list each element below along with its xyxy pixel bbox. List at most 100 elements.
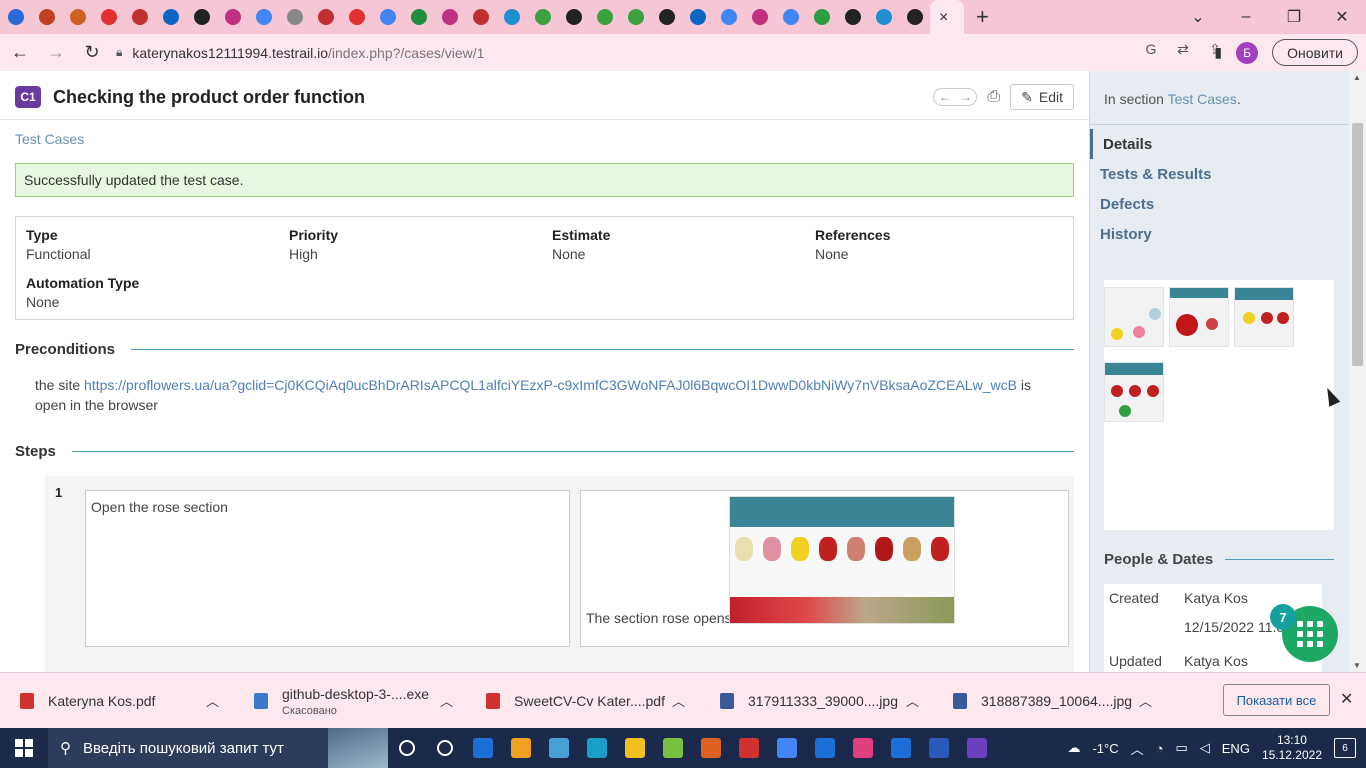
browser-tab[interactable] xyxy=(558,0,589,34)
attachment-thumbnail[interactable] xyxy=(1104,362,1164,422)
browser-tab[interactable] xyxy=(279,0,310,34)
taskbar-app-icon[interactable] xyxy=(806,728,844,768)
browser-tab[interactable] xyxy=(217,0,248,34)
attachment-thumbnail[interactable] xyxy=(1169,287,1229,347)
sidebar-item-details[interactable]: Details xyxy=(1090,129,1350,159)
browser-tab[interactable] xyxy=(310,0,341,34)
tab-search-icon[interactable]: ⌄ xyxy=(1174,0,1222,34)
edit-button[interactable]: ✎ Edit xyxy=(1010,84,1074,110)
browser-tab[interactable] xyxy=(124,0,155,34)
tray-overflow-icon[interactable]: ︿ xyxy=(1131,739,1144,758)
browser-tab[interactable] xyxy=(775,0,806,34)
taskbar-app-icon[interactable] xyxy=(882,728,920,768)
expected-screenshot-image[interactable] xyxy=(729,496,955,624)
translate-icon[interactable]: ⇄ xyxy=(1172,41,1194,58)
taskbar-app-icon[interactable] xyxy=(730,728,768,768)
address-bar[interactable]: 🔒︎ katerynakos12111994.testrail.io/index… xyxy=(108,38,1258,67)
network-icon[interactable]: ◔ xyxy=(1156,741,1164,756)
forward-icon[interactable]: → xyxy=(40,42,72,63)
taskbar-app-icon[interactable] xyxy=(920,728,958,768)
taskbar-app-icon[interactable] xyxy=(464,728,502,768)
taskbar-app-icon[interactable] xyxy=(844,728,882,768)
chevron-up-icon[interactable]: ︿ xyxy=(206,691,219,710)
taskbar-app-icon[interactable] xyxy=(502,728,540,768)
scroll-up-icon[interactable]: ▲ xyxy=(1353,73,1361,82)
browser-tab[interactable] xyxy=(837,0,868,34)
browser-tab[interactable] xyxy=(620,0,651,34)
download-item[interactable]: SweetCV-Cv Kater....pdf ︿ xyxy=(486,673,685,729)
browser-tab[interactable] xyxy=(434,0,465,34)
side-panel-icon[interactable]: ▮ xyxy=(1214,44,1222,61)
browser-tab[interactable] xyxy=(527,0,558,34)
browser-tab[interactable] xyxy=(713,0,744,34)
sidebar-item-defects[interactable]: Defects xyxy=(1090,189,1350,219)
taskbar-app-icon[interactable] xyxy=(426,728,464,768)
scroll-down-icon[interactable]: ▼ xyxy=(1353,661,1361,670)
back-icon[interactable]: ← xyxy=(4,42,36,63)
browser-tab[interactable] xyxy=(496,0,527,34)
start-button[interactable] xyxy=(0,739,48,757)
download-item[interactable]: Kateryna Kos.pdf ︿ xyxy=(20,673,219,729)
browser-tab[interactable] xyxy=(248,0,279,34)
previous-case-icon[interactable]: ← xyxy=(939,90,951,104)
browser-tab[interactable] xyxy=(372,0,403,34)
chevron-up-icon[interactable]: ︿ xyxy=(440,691,453,710)
language-indicator[interactable]: ENG xyxy=(1222,741,1250,756)
minimize-icon[interactable]: – xyxy=(1222,0,1270,34)
browser-tab[interactable] xyxy=(589,0,620,34)
taskbar-app-icon[interactable] xyxy=(958,728,996,768)
sidebar-item-tests-results[interactable]: Tests & Results xyxy=(1090,159,1350,189)
download-item[interactable]: 318887389_10064....jpg ︿ xyxy=(953,673,1152,729)
browser-tab[interactable] xyxy=(899,0,930,34)
maximize-icon[interactable]: ❐ xyxy=(1270,0,1318,34)
attachment-thumbnail[interactable] xyxy=(1104,287,1164,347)
update-button[interactable]: Оновити xyxy=(1272,39,1358,66)
browser-tab[interactable] xyxy=(465,0,496,34)
taskbar-app-icon[interactable] xyxy=(540,728,578,768)
close-window-icon[interactable]: ✕ xyxy=(1318,0,1366,34)
taskbar-search[interactable]: ⚲ Введіть пошуковий запит тут xyxy=(48,728,388,768)
browser-tab[interactable] xyxy=(62,0,93,34)
reload-icon[interactable]: ↻ xyxy=(76,42,108,63)
taskbar-app-icon[interactable] xyxy=(388,728,426,768)
close-downloads-icon[interactable]: ✕ xyxy=(1340,689,1353,709)
download-item[interactable]: 317911333_39000....jpg ︿ xyxy=(720,673,919,729)
taskbar-app-icon[interactable] xyxy=(768,728,806,768)
browser-tab[interactable] xyxy=(155,0,186,34)
lock-icon[interactable]: 🔒︎ xyxy=(116,45,122,60)
close-tab-icon[interactable]: × xyxy=(939,9,955,26)
temperature[interactable]: -1°C xyxy=(1092,741,1118,756)
browser-tab[interactable] xyxy=(744,0,775,34)
volume-icon[interactable]: ◁ xyxy=(1200,740,1210,756)
taskbar-app-icon[interactable] xyxy=(654,728,692,768)
profile-avatar[interactable]: Б xyxy=(1236,41,1259,64)
taskbar-app-icon[interactable] xyxy=(616,728,654,768)
browser-tab[interactable] xyxy=(0,0,31,34)
browser-tab[interactable] xyxy=(186,0,217,34)
precondition-link[interactable]: https://proflowers.ua/ua?gclid=Cj0KCQiAq… xyxy=(84,377,1017,393)
browser-tab[interactable] xyxy=(682,0,713,34)
next-case-icon[interactable]: → xyxy=(960,90,972,104)
created-by[interactable]: Katya Kos xyxy=(1184,590,1248,606)
notification-icon[interactable]: 6 xyxy=(1334,738,1356,758)
print-icon[interactable]: ⎙ xyxy=(987,88,1000,106)
scrollbar-thumb[interactable] xyxy=(1352,123,1363,366)
browser-tab[interactable] xyxy=(341,0,372,34)
download-item[interactable]: github-desktop-3-....exe Скасовано ︿ xyxy=(254,673,453,729)
sidebar-item-history[interactable]: History xyxy=(1090,219,1350,249)
chevron-up-icon[interactable]: ︿ xyxy=(906,691,919,710)
google-icon[interactable]: G xyxy=(1140,41,1162,58)
weather-icon[interactable]: ☁ xyxy=(1067,740,1080,756)
browser-tab[interactable] xyxy=(31,0,62,34)
taskbar-app-icon[interactable] xyxy=(578,728,616,768)
in-section-link[interactable]: Test Cases xyxy=(1168,91,1237,107)
browser-tab-active[interactable]: × xyxy=(930,0,964,34)
show-all-button[interactable]: Показати все xyxy=(1223,684,1330,716)
browser-tab[interactable] xyxy=(93,0,124,34)
clock[interactable]: 13:10 15.12.2022 xyxy=(1262,733,1322,763)
browser-tab[interactable] xyxy=(403,0,434,34)
browser-tab[interactable] xyxy=(651,0,682,34)
page-scrollbar[interactable]: ▲ ▼ xyxy=(1349,71,1366,672)
chevron-up-icon[interactable]: ︿ xyxy=(1139,691,1152,710)
chevron-up-icon[interactable]: ︿ xyxy=(672,691,685,710)
